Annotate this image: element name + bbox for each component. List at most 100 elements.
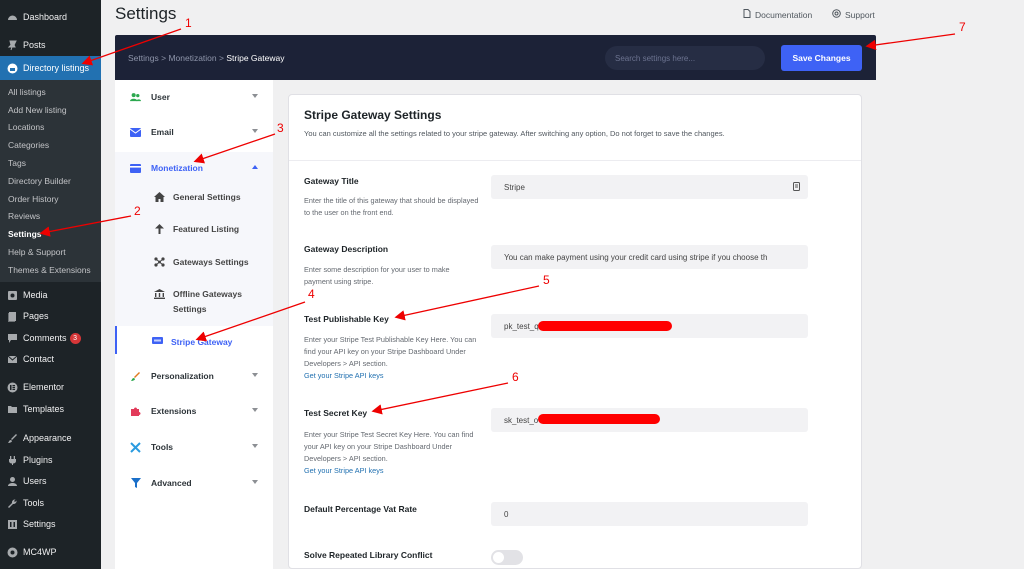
test-secret-key-label: Test Secret Key	[304, 408, 368, 418]
media-icon	[7, 290, 18, 301]
stripe-api-keys-link[interactable]: Get your Stripe API keys	[304, 370, 479, 382]
nav-label: Monetization	[151, 163, 203, 173]
menu-label: MC4WP	[23, 547, 57, 557]
plug-icon	[7, 455, 18, 466]
field-options-icon[interactable]	[793, 182, 800, 193]
test-publishable-key-desc: Enter your Stripe Test Publishable Key H…	[304, 334, 479, 382]
submenu-tags[interactable]: Tags	[0, 154, 101, 172]
comments-count-badge: 3	[69, 332, 81, 344]
menu-users[interactable]: Users	[0, 471, 101, 491]
subnav-stripe-gateway[interactable]: Stripe Gateway	[151, 335, 269, 350]
menu-directory-listings[interactable]: Directory listings	[0, 56, 101, 80]
menu-pages[interactable]: Pages	[0, 306, 101, 326]
nav-advanced[interactable]: Advanced	[115, 467, 273, 499]
search-input[interactable]: Search settings here...	[605, 46, 765, 70]
input-value: sk_test_o	[504, 415, 539, 425]
stripe-icon	[151, 335, 163, 344]
stripe-api-keys-link[interactable]: Get your Stripe API keys	[304, 465, 479, 477]
menu-label: Plugins	[23, 455, 53, 465]
comment-icon	[7, 333, 18, 344]
nav-user[interactable]: User	[115, 81, 273, 113]
support-icon	[832, 9, 841, 20]
field-desc-text: Enter your Stripe Test Secret Key Here. …	[304, 430, 474, 463]
menu-appearance[interactable]: Appearance	[0, 428, 101, 448]
brush-icon	[7, 433, 18, 444]
submenu-themes-extensions[interactable]: Themes & Extensions	[0, 261, 101, 279]
subnav-label: Offline Gateways Settings	[173, 287, 242, 317]
vat-rate-input[interactable]: 0	[491, 502, 808, 526]
breadcrumb-separator: >	[161, 53, 167, 63]
home-icon	[153, 190, 165, 202]
documentation-link[interactable]: Documentation	[743, 9, 812, 20]
menu-settings[interactable]: Settings	[0, 514, 101, 534]
nav-personalization[interactable]: Personalization	[115, 360, 273, 392]
bank-icon	[153, 287, 165, 299]
submenu-directory-builder[interactable]: Directory Builder	[0, 172, 101, 190]
pages-icon	[7, 311, 18, 322]
nav-tools[interactable]: Tools	[115, 431, 273, 463]
input-value: You can make payment using your credit c…	[504, 252, 768, 262]
menu-templates[interactable]: Templates	[0, 399, 101, 419]
chevron-down-icon	[252, 480, 258, 484]
submenu-order-history[interactable]: Order History	[0, 190, 101, 208]
pin-icon	[7, 40, 18, 51]
menu-label: Settings	[23, 519, 56, 529]
menu-comments[interactable]: Comments 3	[0, 328, 101, 348]
menu-posts[interactable]: Posts	[0, 35, 101, 55]
nav-email[interactable]: Email	[115, 116, 273, 148]
gateway-description-label: Gateway Description	[304, 244, 389, 254]
brush-icon	[130, 371, 141, 382]
annotation-label-3: 3	[277, 121, 284, 135]
nav-monetization[interactable]: Monetization	[115, 152, 273, 184]
menu-tools[interactable]: Tools	[0, 493, 101, 513]
folder-icon	[7, 404, 18, 415]
library-conflict-label: Solve Repeated Library Conflict	[304, 550, 433, 560]
gateway-title-input[interactable]: Stripe	[491, 175, 808, 199]
puzzle-icon	[130, 406, 141, 417]
submenu-help-support[interactable]: Help & Support	[0, 243, 101, 261]
menu-label: Pages	[23, 311, 49, 321]
submenu-locations[interactable]: Locations	[0, 118, 101, 136]
support-link[interactable]: Support	[832, 9, 875, 20]
menu-contact[interactable]: Contact	[0, 349, 101, 369]
annotation-label-5: 5	[543, 273, 550, 287]
menu-elementor[interactable]: Elementor	[0, 377, 101, 397]
wrench-icon	[7, 498, 18, 509]
submenu-reviews[interactable]: Reviews	[0, 207, 101, 225]
menu-label: Media	[23, 290, 48, 300]
breadcrumb: Settings > Monetization > Stripe Gateway	[128, 53, 284, 63]
gateway-title-label: Gateway Title	[304, 176, 359, 186]
chevron-down-icon	[252, 373, 258, 377]
nav-label: User	[151, 92, 170, 102]
redaction-mark	[538, 321, 672, 331]
library-conflict-toggle[interactable]	[491, 550, 523, 565]
subnav-offline-gateways[interactable]: Offline Gateways Settings	[153, 287, 271, 317]
save-changes-button[interactable]: Save Changes	[781, 45, 862, 71]
annotation-label-7: 7	[959, 20, 966, 34]
submenu-all-listings[interactable]: All listings	[0, 83, 101, 101]
gateway-description-input[interactable]: You can make payment using your credit c…	[491, 245, 808, 269]
breadcrumb-monetization[interactable]: Monetization	[168, 53, 216, 63]
breadcrumb-settings[interactable]: Settings	[128, 53, 159, 63]
annotation-label-2: 2	[134, 204, 141, 218]
gateway-title-desc: Enter the title of this gateway that sho…	[304, 196, 479, 217]
menu-label: Tools	[23, 498, 45, 508]
submenu-add-new-listing[interactable]: Add New listing	[0, 101, 101, 119]
subnav-featured-listing[interactable]: Featured Listing	[153, 222, 271, 237]
settings-nav: User Email Monetization General Settings…	[115, 80, 273, 569]
dashboard-icon	[7, 12, 18, 23]
menu-dashboard[interactable]: Dashboard	[0, 7, 101, 27]
menu-plugins[interactable]: Plugins	[0, 450, 101, 470]
submenu-settings[interactable]: Settings	[0, 225, 101, 243]
menu-label: Appearance	[23, 433, 72, 443]
subnav-general-settings[interactable]: General Settings	[153, 190, 271, 205]
nav-extensions[interactable]: Extensions	[115, 395, 273, 427]
chevron-down-icon	[252, 94, 258, 98]
arrow-up-icon	[153, 222, 165, 234]
submenu-categories[interactable]: Categories	[0, 136, 101, 154]
menu-media[interactable]: Media	[0, 285, 101, 305]
chevron-down-icon	[252, 444, 258, 448]
field-desc-text: Enter your Stripe Test Publishable Key H…	[304, 335, 477, 368]
menu-mc4wp[interactable]: MC4WP	[0, 542, 101, 562]
subnav-gateways-settings[interactable]: Gateways Settings	[153, 255, 271, 270]
